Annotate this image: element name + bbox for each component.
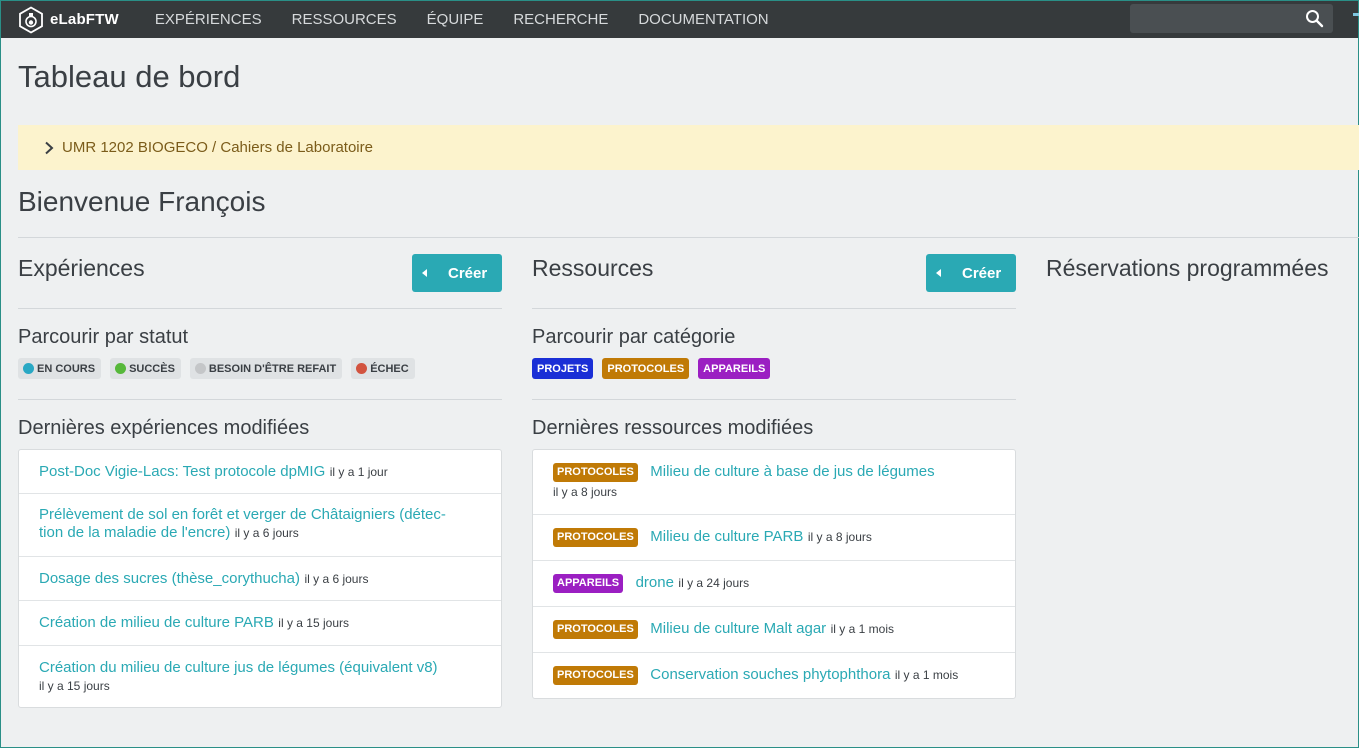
status-dot [194,363,206,374]
chevron-right-icon [45,141,54,154]
divider [532,399,1016,400]
list-item: Création du milieu de culture jus de lég… [19,646,501,707]
recent-resources-list: PROTOCOLES Milieu de culture à base de j… [532,449,1016,699]
recent-experiments-list: Post-Doc Vigie-Lacs: Test protocole dpMI… [18,449,502,708]
item-timestamp: il y a 1 mois [830,622,894,636]
category-tag: APPAREILS [553,574,624,593]
resource-link[interactable]: Milieu de culture à base de jus de légum… [650,463,934,480]
search-input[interactable] [1130,4,1300,33]
create-resource-button[interactable]: Créer [926,254,1016,292]
list-item: APPAREILS drone il y a 24 jours [533,561,1015,607]
item-timestamp: il y a 15 jours [278,616,349,630]
list-item: Création de milieu de culture PARB il y … [19,601,501,646]
list-item: PROTOCOLES Milieu de culture Malt agar i… [533,607,1015,653]
user-menu-edge[interactable] [1353,13,1359,16]
item-timestamp: il y a 8 jours [807,530,872,544]
resource-link[interactable]: drone [636,574,674,591]
list-item: PROTOCOLES Conservation souches phytopht… [533,653,1015,698]
item-timestamp: il y a 24 jours [678,576,750,590]
caret-left-icon [422,269,427,277]
item-timestamp: il y a 6 jours [304,572,369,586]
nav-search[interactable]: RECHERCHE [498,1,623,38]
category-tag: PROTOCOLES [553,463,638,482]
list-item: PROTOCOLES Milieu de culture à base de j… [533,450,1015,515]
status-dot [115,363,127,374]
caret-left-icon [936,269,941,277]
divider [18,308,502,309]
resource-link[interactable]: Milieu de culture Malt agar [650,620,826,637]
browse-category-title: Parcourir par catégorie [532,326,736,348]
status-need-redo[interactable]: BESOIN D'ÊTRE REFAIT [189,358,343,379]
search-box [1130,4,1333,33]
elabftw-logo-icon [19,5,43,34]
status-dot [356,363,368,374]
category-filter-list: PROJETS PROTOCOLES APPAREILS [532,358,779,379]
experiments-title: Expériences [18,255,145,281]
top-navbar: eLabFTW EXPÉRIENCES RESSOURCES ÉQUIPE RE… [1,1,1359,38]
page-title: Tableau de bord [18,59,241,94]
main-nav: EXPÉRIENCES RESSOURCES ÉQUIPE RECHERCHE … [140,1,784,38]
status-label: SUCCÈS [129,362,175,375]
experiment-link[interactable]: Dosage des sucres (thèse_corythucha) [39,570,300,587]
list-item: Post-Doc Vigie-Lacs: Test protocole dpMI… [19,450,501,494]
list-item: Dosage des sucres (thèse_corythucha) il … [19,557,501,601]
brand-name: eLabFTW [50,11,119,28]
welcome-heading: Bienvenue François [18,186,266,217]
team-banner[interactable]: UMR 1202 BIOGECO / Cahiers de Laboratoir… [18,125,1359,170]
resource-link[interactable]: Milieu de culture PARB [650,528,803,545]
category-tag: PROTOCOLES [553,620,638,639]
category-tag: PROTOCOLES [553,666,638,685]
resources-title: Ressources [532,255,654,281]
browse-status-title: Parcourir par statut [18,326,189,348]
bookings-title: Réservations programmées [1046,255,1329,281]
experiment-link[interactable]: tion de la maladie de l'encre) [39,524,230,541]
item-timestamp: il y a 6 jours [234,526,299,540]
list-item: PROTOCOLES Milieu de culture PARB il y a… [533,515,1015,561]
team-banner-label: UMR 1202 BIOGECO / Cahiers de Laboratoir… [62,139,373,156]
create-button-label: Créer [962,264,1002,282]
create-button-label: Créer [448,264,488,282]
item-timestamp: il y a 1 mois [894,668,959,682]
list-item: Prélèvement de sol en forêt et verger de… [19,494,501,557]
recent-experiments-title: Dernières expériences modifiées [18,417,310,439]
divider [18,237,1359,238]
status-running[interactable]: EN COURS [18,358,102,379]
item-timestamp: il y a 8 jours [553,485,618,499]
status-label: BESOIN D'ÊTRE REFAIT [208,362,337,375]
experiment-link[interactable]: Création de milieu de culture PARB [39,614,274,631]
nav-experiences[interactable]: EXPÉRIENCES [140,1,277,38]
nav-resources[interactable]: RESSOURCES [277,1,412,38]
brand-link[interactable]: eLabFTW [17,1,119,38]
category-projects[interactable]: PROJETS [532,358,594,379]
nav-team[interactable]: ÉQUIPE [412,1,499,38]
recent-resources-title: Dernières ressources modifiées [532,417,814,439]
item-timestamp: il y a 15 jours [39,679,110,693]
experiment-link[interactable]: Prélèvement de sol en forêt et verger de… [39,506,446,523]
status-success[interactable]: SUCCÈS [110,358,181,379]
status-label: ÉCHEC [370,362,409,375]
item-timestamp: il y a 1 jour [329,465,388,479]
create-experiment-button[interactable]: Créer [412,254,502,292]
status-dot [23,363,34,374]
status-label: EN COURS [37,362,96,375]
search-icon[interactable] [1305,9,1324,28]
status-filter-list: EN COURS SUCCÈS BESOIN D'ÊTRE REFAIT ÉCH… [18,358,424,379]
category-tag: PROTOCOLES [553,528,638,547]
nav-documentation[interactable]: DOCUMENTATION [623,1,783,38]
category-protocols[interactable]: PROTOCOLES [602,358,690,379]
divider [532,308,1016,309]
experiment-link[interactable]: Création du milieu de culture jus de lég… [39,659,438,676]
category-devices[interactable]: APPAREILS [698,358,771,379]
divider [18,399,502,400]
status-fail[interactable]: ÉCHEC [351,358,415,379]
resource-link[interactable]: Conservation souches phytophthora [650,666,890,683]
experiment-link[interactable]: Post-Doc Vigie-Lacs: Test protocole dpMI… [39,463,325,480]
